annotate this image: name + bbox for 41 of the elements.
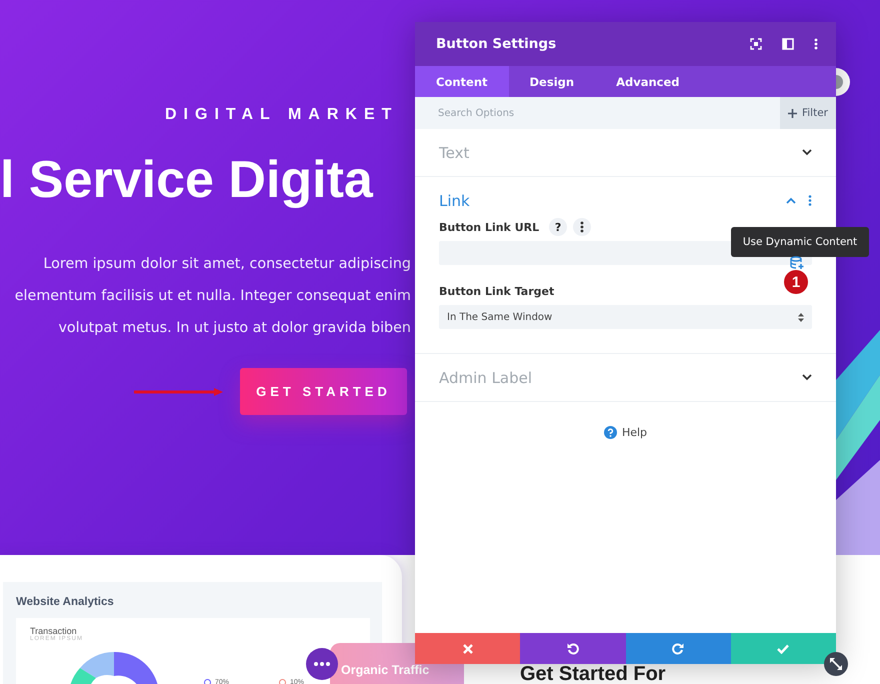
get-started-button[interactable]: GET STARTED: [240, 368, 407, 415]
save-button[interactable]: [730, 633, 836, 664]
eyebrow-text: DIGITAL MARKET: [164, 105, 400, 125]
field-label: Button Link URL: [439, 220, 540, 234]
hero-paragraph-line: elementum facilisis ut et nulla. Integer consequat enim: [14, 287, 411, 306]
search-field[interactable]: Search Options: [415, 97, 780, 129]
more-options-icon[interactable]: [814, 38, 818, 50]
split-view-icon[interactable]: [782, 38, 794, 50]
check-icon: [777, 644, 790, 654]
undo-icon: [566, 642, 579, 654]
redo-icon: [672, 642, 684, 654]
section-title[interactable]: Link: [439, 192, 470, 210]
filter-button[interactable]: Filter: [780, 97, 836, 129]
sort-caret-icon: [798, 312, 804, 322]
tab[interactable]: Content: [415, 66, 509, 97]
chevron-icon[interactable]: [802, 149, 812, 156]
hero-paragraph-line: Lorem ipsum dolor sit amet, consectetur adipiscing: [42, 255, 411, 274]
question-circle-icon: [604, 426, 617, 439]
tab[interactable]: Advanced: [595, 66, 701, 97]
hero-paragraph-line: volutpat metus. In ut justo at dolor gravida biben: [57, 319, 411, 338]
hero-heading: l Service Digita: [0, 150, 373, 211]
arrow-icon: [134, 386, 224, 396]
field-label: Button Link Target: [439, 284, 554, 298]
fullscreen-icon[interactable]: [750, 38, 762, 50]
help-link[interactable]: Help: [604, 426, 648, 439]
tab[interactable]: Design: [508, 66, 596, 97]
organic-traffic-title: Organic Traffic: [341, 663, 430, 677]
section-heading: Get Started For: [520, 664, 666, 684]
tooltip: Use Dynamic Content: [731, 227, 869, 257]
analytics-title: Website Analytics: [16, 596, 115, 608]
more-icon[interactable]: [306, 648, 338, 680]
chevron-icon[interactable]: [802, 374, 812, 381]
more-options-icon[interactable]: [573, 218, 592, 236]
close-icon: [462, 644, 473, 654]
select-field[interactable]: In The Same Window: [439, 305, 812, 329]
help-button[interactable]: ?: [549, 218, 568, 236]
panel-title: Button Settings: [436, 36, 556, 52]
chart-title: Transaction: [30, 626, 77, 636]
database-plus-icon[interactable]: [790, 256, 804, 270]
plus-icon: [788, 108, 797, 118]
resize-handle-icon[interactable]: [824, 652, 848, 676]
